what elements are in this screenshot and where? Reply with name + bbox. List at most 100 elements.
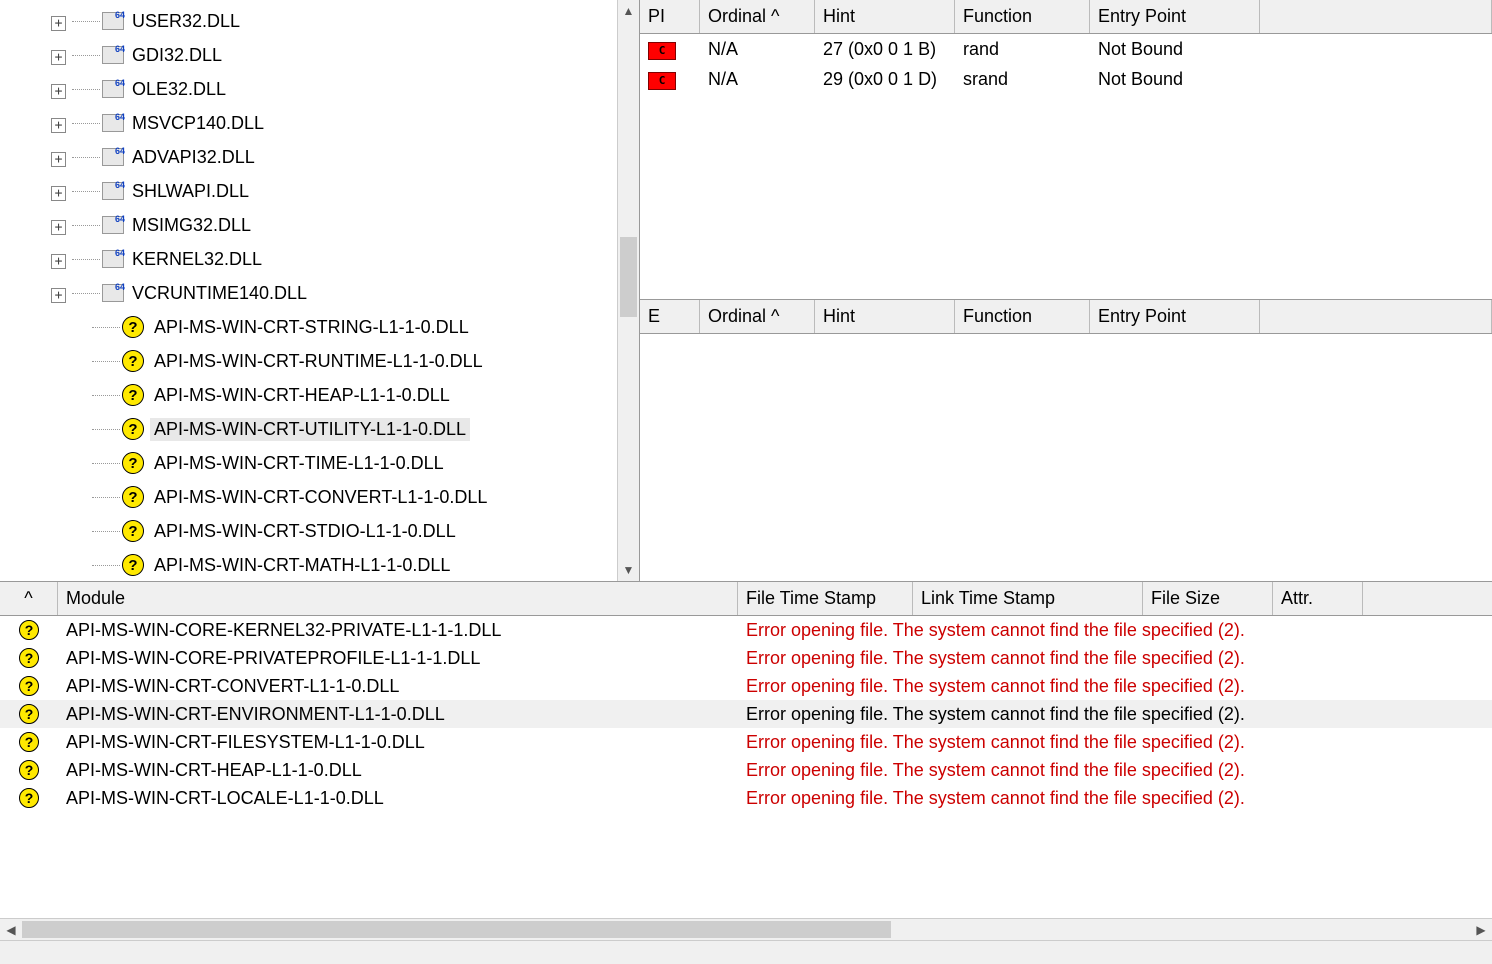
expand-icon[interactable]: +	[51, 118, 66, 133]
exports-header-row: E Ordinal ^ Hint Function Entry Point	[640, 300, 1492, 334]
import-badge-icon: C	[648, 72, 676, 90]
module-icon	[102, 284, 124, 302]
tree-node-module[interactable]: + OLE32.DLL	[0, 72, 617, 106]
modules-header-filetime[interactable]: File Time Stamp	[738, 582, 913, 615]
tree-node-missing[interactable]: ?API-MS-WIN-CRT-UTILITY-L1-1-0.DLL	[0, 412, 617, 446]
exports-header-spacer	[1260, 300, 1492, 333]
import-row[interactable]: CN/A29 (0x0 0 1 D)srandNot Bound	[640, 64, 1492, 94]
modules-header-filesize[interactable]: File Size	[1143, 582, 1273, 615]
imports-pane: PI Ordinal ^ Hint Function Entry Point C…	[640, 0, 1492, 300]
module-error: Error opening file. The system cannot fi…	[738, 786, 1492, 811]
modules-hscrollbar[interactable]: ◀ ▶	[0, 918, 1492, 940]
module-row[interactable]: ?API-MS-WIN-CRT-CONVERT-L1-1-0.DLLError …	[0, 672, 1492, 700]
module-icon	[102, 182, 124, 200]
expand-icon[interactable]: +	[51, 254, 66, 269]
tree-node-missing[interactable]: ?API-MS-WIN-CRT-MATH-L1-1-0.DLL	[0, 548, 617, 581]
import-entrypoint: Not Bound	[1090, 37, 1260, 62]
expand-icon[interactable]: +	[51, 50, 66, 65]
module-row[interactable]: ?API-MS-WIN-CORE-KERNEL32-PRIVATE-L1-1-1…	[0, 616, 1492, 644]
import-hint: 29 (0x0 0 1 D)	[815, 67, 955, 92]
imports-list[interactable]: CN/A27 (0x0 0 1 B)randNot BoundCN/A29 (0…	[640, 34, 1492, 299]
expand-icon[interactable]: +	[51, 84, 66, 99]
modules-header-sort[interactable]: ^	[0, 582, 58, 615]
exports-header-function[interactable]: Function	[955, 300, 1090, 333]
modules-pane: ^ Module File Time Stamp Link Time Stamp…	[0, 582, 1492, 940]
tree-node-module[interactable]: +GDI32.DLL	[0, 38, 617, 72]
tree-node-module[interactable]: + ADVAPI32.DLL	[0, 140, 617, 174]
expand-icon[interactable]: +	[51, 220, 66, 235]
missing-module-icon: ?	[19, 648, 39, 668]
tree-node-module[interactable]: + MSIMG32.DLL	[0, 208, 617, 242]
expand-icon[interactable]: +	[51, 16, 66, 31]
import-hint: 27 (0x0 0 1 B)	[815, 37, 955, 62]
module-icon	[102, 216, 124, 234]
tree-node-label: ADVAPI32.DLL	[128, 146, 259, 169]
tree-node-label: KERNEL32.DLL	[128, 248, 266, 271]
expand-icon[interactable]: +	[51, 288, 66, 303]
scroll-thumb[interactable]	[620, 237, 637, 317]
module-error: Error opening file. The system cannot fi…	[738, 730, 1492, 755]
tree-node-label: MSIMG32.DLL	[128, 214, 255, 237]
exports-header-hint[interactable]: Hint	[815, 300, 955, 333]
module-row[interactable]: ?API-MS-WIN-CRT-ENVIRONMENT-L1-1-0.DLLEr…	[0, 700, 1492, 728]
tree-node-missing[interactable]: ?API-MS-WIN-CRT-TIME-L1-1-0.DLL	[0, 446, 617, 480]
scroll-right-icon[interactable]: ▶	[1470, 919, 1492, 940]
exports-header-entrypoint[interactable]: Entry Point	[1090, 300, 1260, 333]
missing-module-icon: ?	[122, 316, 144, 338]
module-error: Error opening file. The system cannot fi…	[738, 674, 1492, 699]
modules-header-module[interactable]: Module	[58, 582, 738, 615]
tree-node-label: VCRUNTIME140.DLL	[128, 282, 311, 305]
module-icon	[102, 250, 124, 268]
tree-node-label: MSVCP140.DLL	[128, 112, 268, 135]
exports-header-e[interactable]: E	[640, 300, 700, 333]
import-row[interactable]: CN/A27 (0x0 0 1 B)randNot Bound	[640, 34, 1492, 64]
status-bar	[0, 940, 1492, 964]
modules-list[interactable]: ?API-MS-WIN-CORE-KERNEL32-PRIVATE-L1-1-1…	[0, 616, 1492, 918]
module-row[interactable]: ?API-MS-WIN-CRT-HEAP-L1-1-0.DLLError ope…	[0, 756, 1492, 784]
exports-list[interactable]	[640, 334, 1492, 581]
imports-header-ordinal[interactable]: Ordinal ^	[700, 0, 815, 33]
scroll-down-icon[interactable]: ▼	[618, 559, 639, 581]
tree-node-missing[interactable]: ?API-MS-WIN-CRT-CONVERT-L1-1-0.DLL	[0, 480, 617, 514]
tree-node-missing[interactable]: ? API-MS-WIN-CRT-STRING-L1-1-0.DLL	[0, 310, 617, 344]
module-name: API-MS-WIN-CRT-CONVERT-L1-1-0.DLL	[58, 674, 738, 699]
module-name: API-MS-WIN-CRT-LOCALE-L1-1-0.DLL	[58, 786, 738, 811]
tree-node-label: USER32.DLL	[128, 10, 244, 33]
imports-header-hint[interactable]: Hint	[815, 0, 955, 33]
tree-node-module[interactable]: + MSVCP140.DLL	[0, 106, 617, 140]
tree-node-missing[interactable]: ?API-MS-WIN-CRT-RUNTIME-L1-1-0.DLL	[0, 344, 617, 378]
tree-node-label: OLE32.DLL	[128, 78, 230, 101]
tree-node-module[interactable]: + KERNEL32.DLL	[0, 242, 617, 276]
dependency-tree[interactable]: +USER32.DLL+GDI32.DLL+OLE32.DLL+MSVCP140…	[0, 0, 617, 581]
imports-header-function[interactable]: Function	[955, 0, 1090, 33]
expand-icon[interactable]: +	[51, 186, 66, 201]
module-icon	[102, 114, 124, 132]
imports-header-entrypoint[interactable]: Entry Point	[1090, 0, 1260, 33]
tree-node-module[interactable]: + SHLWAPI.DLL	[0, 174, 617, 208]
tree-node-module[interactable]: + USER32.DLL	[0, 4, 617, 38]
imports-header-pi[interactable]: PI	[640, 0, 700, 33]
tree-node-label: SHLWAPI.DLL	[128, 180, 253, 203]
tree-node-missing[interactable]: ?API-MS-WIN-CRT-STDIO-L1-1-0.DLL	[0, 514, 617, 548]
hscroll-thumb[interactable]	[22, 921, 891, 938]
module-icon	[102, 46, 124, 64]
tree-node-label: API-MS-WIN-CRT-STRING-L1-1-0.DLL	[150, 316, 473, 339]
scroll-up-icon[interactable]: ▲	[618, 0, 639, 22]
module-row[interactable]: ?API-MS-WIN-CRT-LOCALE-L1-1-0.DLLError o…	[0, 784, 1492, 812]
expand-icon[interactable]: +	[51, 152, 66, 167]
modules-header-linktime[interactable]: Link Time Stamp	[913, 582, 1143, 615]
tree-node-label: API-MS-WIN-CRT-MATH-L1-1-0.DLL	[150, 554, 454, 577]
import-function: srand	[955, 67, 1090, 92]
tree-scrollbar[interactable]: ▲ ▼	[617, 0, 639, 581]
missing-module-icon: ?	[19, 620, 39, 640]
module-row[interactable]: ? API-MS-WIN-CORE-PRIVATEPROFILE-L1-1-1.D…	[0, 644, 1492, 672]
tree-node-missing[interactable]: ?API-MS-WIN-CRT-HEAP-L1-1-0.DLL	[0, 378, 617, 412]
module-row[interactable]: ?API-MS-WIN-CRT-FILESYSTEM-L1-1-0.DLLErr…	[0, 728, 1492, 756]
scroll-left-icon[interactable]: ◀	[0, 919, 22, 940]
missing-module-icon: ?	[19, 732, 39, 752]
module-name: API-MS-WIN-CRT-ENVIRONMENT-L1-1-0.DLL	[58, 702, 738, 727]
module-name: API-MS-WIN-CORE-PRIVATEPROFILE-L1-1-1.DL…	[58, 646, 738, 671]
exports-header-ordinal[interactable]: Ordinal ^	[700, 300, 815, 333]
modules-header-attr[interactable]: Attr.	[1273, 582, 1363, 615]
tree-node-module[interactable]: + VCRUNTIME140.DLL	[0, 276, 617, 310]
